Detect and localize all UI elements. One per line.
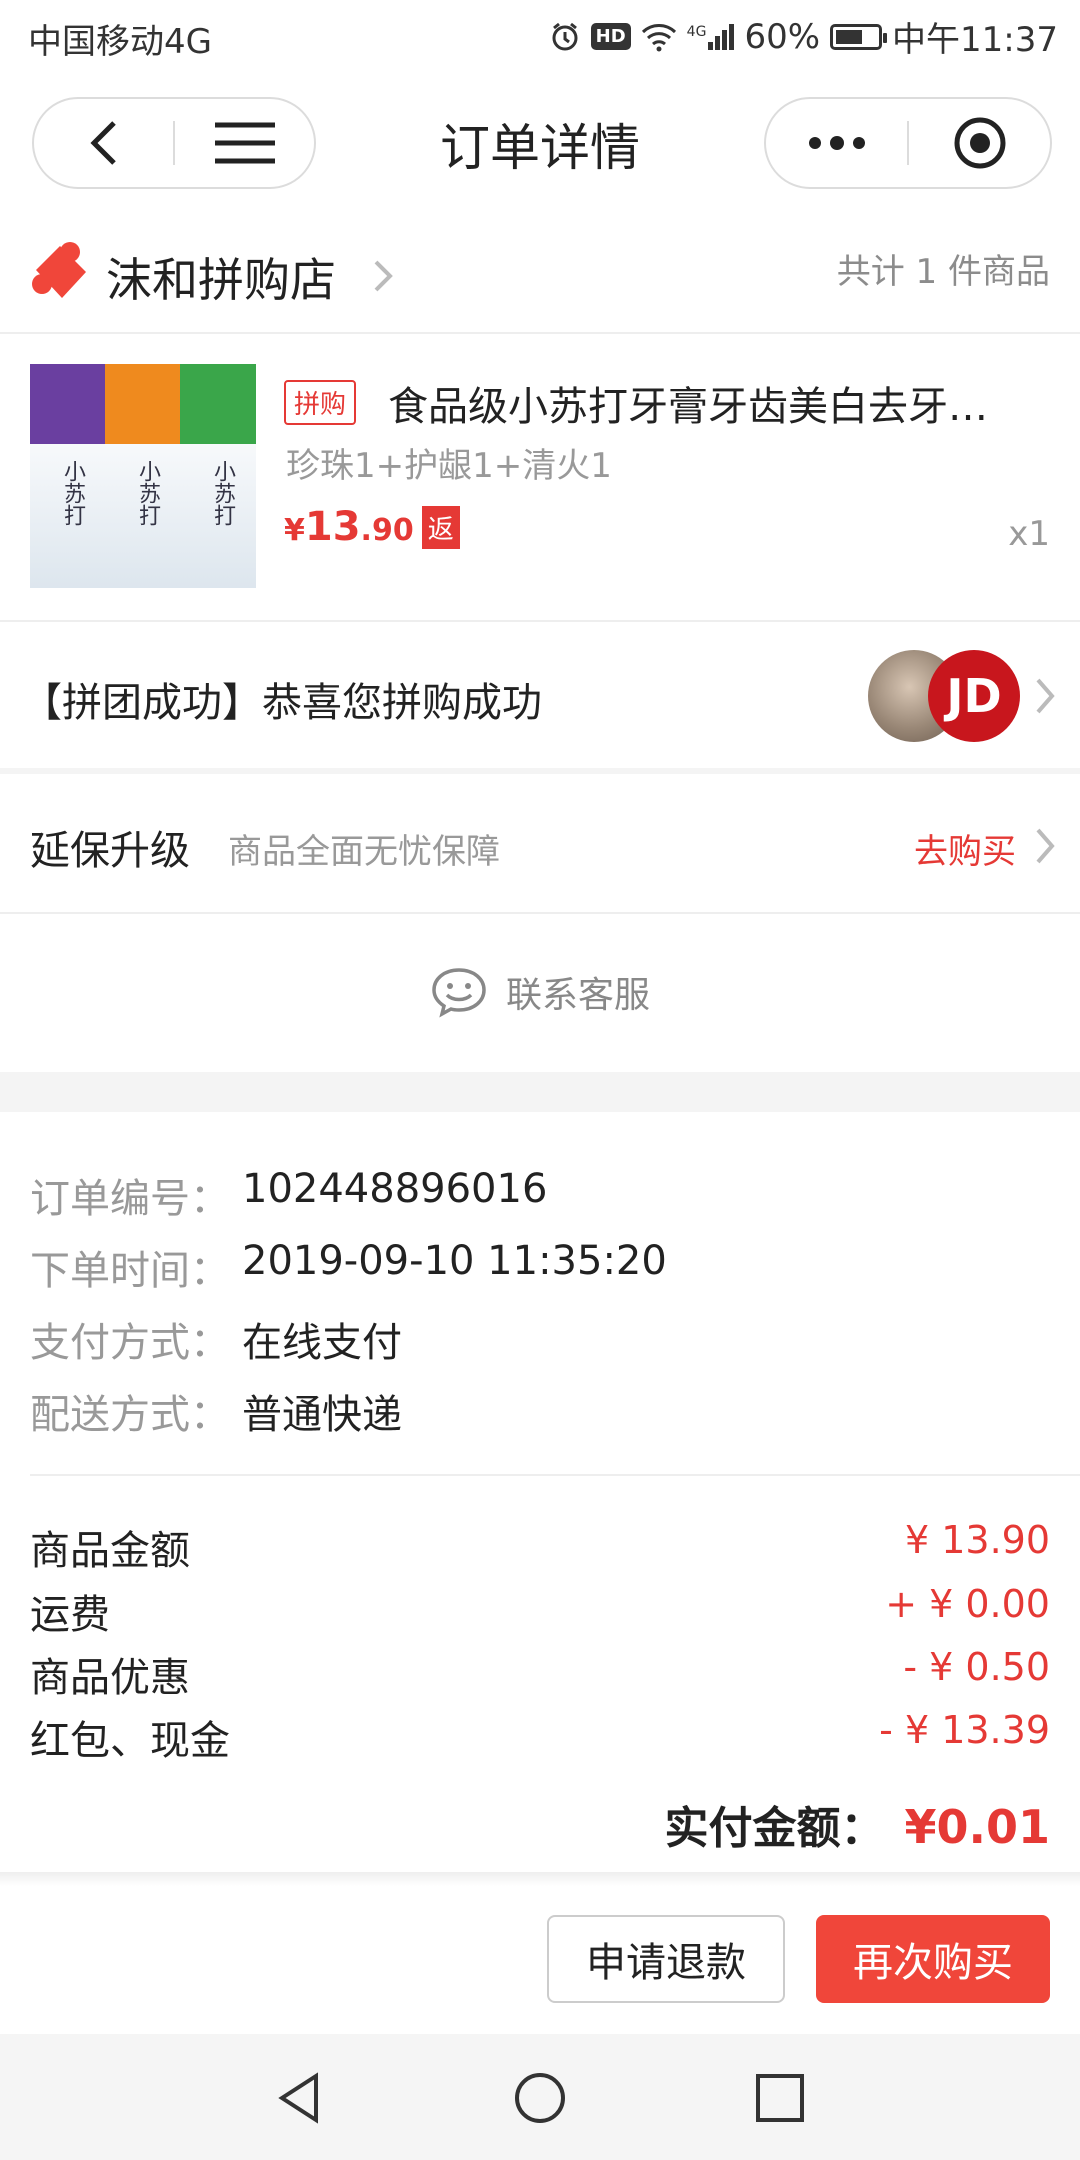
group-buy-tag: 拼购	[284, 380, 357, 425]
order-time-label: 下单时间：	[30, 1248, 230, 1294]
freight-value: + ¥ 0.00	[885, 1582, 1050, 1626]
product-row[interactable]: 小苏打 小苏打 小苏打 拼购 食品级小苏打牙膏牙齿美白去牙… 珍珠1+护龈1+清…	[0, 334, 1080, 622]
product-spec: 珍珠1+护龈1+清火1	[286, 446, 612, 486]
order-time-row: 下单时间： 2019-09-10 11:35:20	[30, 1238, 667, 1296]
discount-row: 商品优惠 - ¥ 0.50	[30, 1645, 1050, 1703]
alarm-icon	[552, 22, 578, 50]
red-packet-label: 红包、现金	[30, 1718, 230, 1764]
discount-value: - ¥ 0.50	[903, 1645, 1050, 1689]
more-button[interactable]	[766, 99, 907, 187]
system-nav-bar	[0, 2034, 1080, 2160]
red-packet-value: - ¥ 13.39	[879, 1708, 1050, 1752]
chevron-right-icon	[374, 260, 393, 292]
section-divider	[0, 1072, 1080, 1112]
close-miniprogram-button[interactable]	[909, 99, 1050, 187]
rebuy-button[interactable]: 再次购买	[816, 1915, 1050, 2003]
pay-method-row: 支付方式： 在线支付	[30, 1310, 402, 1368]
nav-back-icon[interactable]	[272, 2070, 328, 2126]
status-icons: HD 4G 60% 中午11:37	[549, 12, 1058, 61]
battery-icon	[830, 23, 888, 50]
wifi-icon	[641, 23, 676, 51]
store-name: 沫和拼购店	[106, 253, 336, 307]
service-row: 联系客服	[0, 912, 1080, 1072]
status-bar: 中国移动4G HD 4G 60% 中午11:37	[0, 0, 1080, 76]
ship-method-label: 配送方式：	[30, 1392, 230, 1438]
product-image: 小苏打 小苏打 小苏打	[30, 364, 256, 588]
refund-button[interactable]: 申请退款	[547, 1915, 785, 2003]
clock: 中午11:37	[892, 20, 1058, 60]
product-tube: 小苏打	[30, 364, 106, 588]
battery-percent: 60%	[744, 16, 821, 57]
service-label: 联系客服	[506, 975, 651, 1016]
pay-method-value: 在线支付	[242, 1320, 402, 1366]
avatar: JD	[928, 650, 1020, 742]
customer-service-icon	[432, 968, 486, 1018]
item-count: 共计 1 件商品	[836, 252, 1050, 292]
contact-service-button[interactable]: 联系客服	[430, 966, 650, 1018]
action-bar-shadow	[0, 1872, 1080, 1886]
divider	[30, 1474, 1080, 1476]
order-time-value: 2019-09-10 11:35:20	[242, 1238, 667, 1284]
red-packet-row: 红包、现金 - ¥ 13.39	[30, 1708, 1050, 1766]
order-number-row: 订单编号： 102448896016	[30, 1166, 547, 1224]
order-number-value: 102448896016	[242, 1166, 548, 1212]
pay-method-label: 支付方式：	[30, 1320, 230, 1366]
warranty-title: 延保升级	[30, 828, 190, 874]
freight-label: 运费	[30, 1592, 110, 1638]
product-price: ¥ 13 .90 返	[284, 504, 460, 550]
nav-recents-icon[interactable]	[752, 2070, 808, 2126]
chevron-right-icon	[1036, 828, 1055, 864]
freight-row: 运费 + ¥ 0.00	[30, 1582, 1050, 1640]
total-value: ¥0.01	[904, 1800, 1050, 1854]
target-icon	[954, 117, 1005, 169]
order-number-label: 订单编号：	[30, 1176, 230, 1222]
chevron-right-icon	[1036, 678, 1055, 714]
product-tube: 小苏打	[180, 364, 256, 588]
product-tube: 小苏打	[105, 364, 181, 588]
group-success-text: 【拼团成功】恭喜您拼购成功	[22, 680, 542, 726]
nav-home-icon[interactable]	[512, 2070, 568, 2126]
product-quantity: x1	[1008, 514, 1050, 554]
store-logo-icon	[32, 242, 86, 298]
group-success-row[interactable]: 【拼团成功】恭喜您拼购成功 JD	[0, 624, 1080, 774]
rebate-badge: 返	[421, 505, 460, 549]
carrier-label: 中国移动4G	[28, 22, 212, 62]
discount-label: 商品优惠	[30, 1655, 190, 1701]
goods-amount-label: 商品金额	[30, 1528, 190, 1574]
signal-icon: 4G	[687, 23, 735, 50]
more-dots-icon	[808, 136, 865, 150]
warranty-buy-link[interactable]: 去购买	[914, 824, 1016, 873]
total-row: 实付金额： ¥0.01	[664, 1792, 1050, 1856]
product-title: 食品级小苏打牙膏牙齿美白去牙…	[388, 384, 988, 430]
ship-method-value: 普通快递	[242, 1392, 402, 1438]
store-row[interactable]: 沫和拼购店 共计 1 件商品	[0, 222, 1080, 334]
hd-badge: HD	[590, 23, 631, 50]
total-label: 实付金额：	[664, 1803, 885, 1854]
warranty-row[interactable]: 延保升级 商品全面无忧保障 去购买	[0, 774, 1080, 914]
warranty-desc: 商品全面无忧保障	[228, 832, 500, 872]
goods-amount-row: 商品金额 ¥ 13.90	[30, 1518, 1050, 1576]
ship-method-row: 配送方式： 普通快递	[30, 1382, 402, 1440]
nav-right-capsule	[764, 97, 1052, 189]
goods-amount-value: ¥ 13.90	[904, 1518, 1050, 1562]
